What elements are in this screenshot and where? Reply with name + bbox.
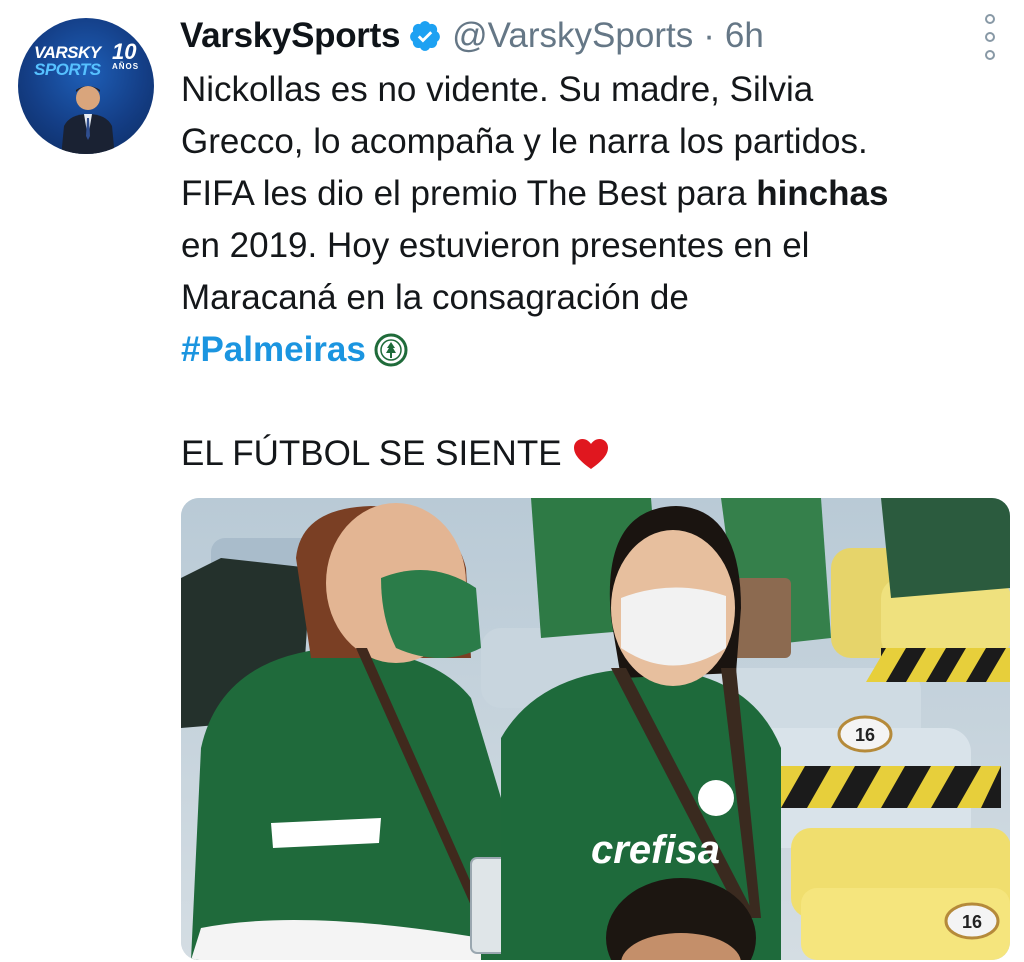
avatar-anniversary-badge: 10 AÑOS xyxy=(112,39,140,72)
tweet-text-segment: FIFA les dio el premio The Best para xyxy=(181,174,757,213)
seat-number-text: 16 xyxy=(962,912,982,932)
tweet-text-line: Nickollas es no vidente. Su madre, Silvi… xyxy=(181,70,814,109)
more-dot xyxy=(985,32,995,42)
user-handle[interactable]: @VarskySports xyxy=(452,16,693,56)
shirt-sponsor-text: crefisa xyxy=(591,828,720,872)
tweet-text-bold: hinchas xyxy=(756,174,889,213)
more-dot xyxy=(985,14,995,24)
tweet-photo[interactable]: 16 16 crefisa xyxy=(181,498,1010,960)
red-heart-emoji xyxy=(573,439,608,469)
tweet-text-caps: EL FÚTBOL SE SIENTE xyxy=(181,434,562,473)
hashtag-line: #Palmeiras xyxy=(181,324,1011,376)
tweet-header: VarskySports @VarskySports · 6h xyxy=(180,14,764,58)
tweet-text-line: Grecco, lo acompaña y le narra los parti… xyxy=(181,122,868,161)
tweet-text-line: Maracaná en la consagración de xyxy=(181,278,689,317)
hashtag-link[interactable]: #Palmeiras xyxy=(181,330,366,369)
more-options-icon[interactable] xyxy=(977,14,1003,60)
palmeiras-crest-emoji xyxy=(374,333,408,367)
avatar-person-image xyxy=(61,86,115,154)
separator-dot: · xyxy=(703,16,715,55)
avatar-brand-logo: VARSKY SPORTS xyxy=(34,43,101,79)
display-name[interactable]: VarskySports xyxy=(180,16,400,56)
seat-number-text: 16 xyxy=(855,725,875,745)
tweet-text-line: en 2019. Hoy estuvieron presentes en el xyxy=(181,226,810,265)
tweet-timestamp[interactable]: 6h xyxy=(725,16,764,56)
profile-avatar[interactable]: VARSKY SPORTS 10 AÑOS xyxy=(18,18,154,154)
tweet-text-line: EL FÚTBOL SE SIENTE xyxy=(181,428,1011,480)
tweet-text-line: FIFA les dio el premio The Best para hin… xyxy=(181,168,1011,220)
stadium-photo-illustration: 16 16 crefisa xyxy=(181,498,1010,960)
more-dot xyxy=(985,50,995,60)
tweet-text: Nickollas es no vidente. Su madre, Silvi… xyxy=(181,64,1011,480)
background-person xyxy=(881,498,1010,598)
verified-badge-icon xyxy=(408,19,442,53)
